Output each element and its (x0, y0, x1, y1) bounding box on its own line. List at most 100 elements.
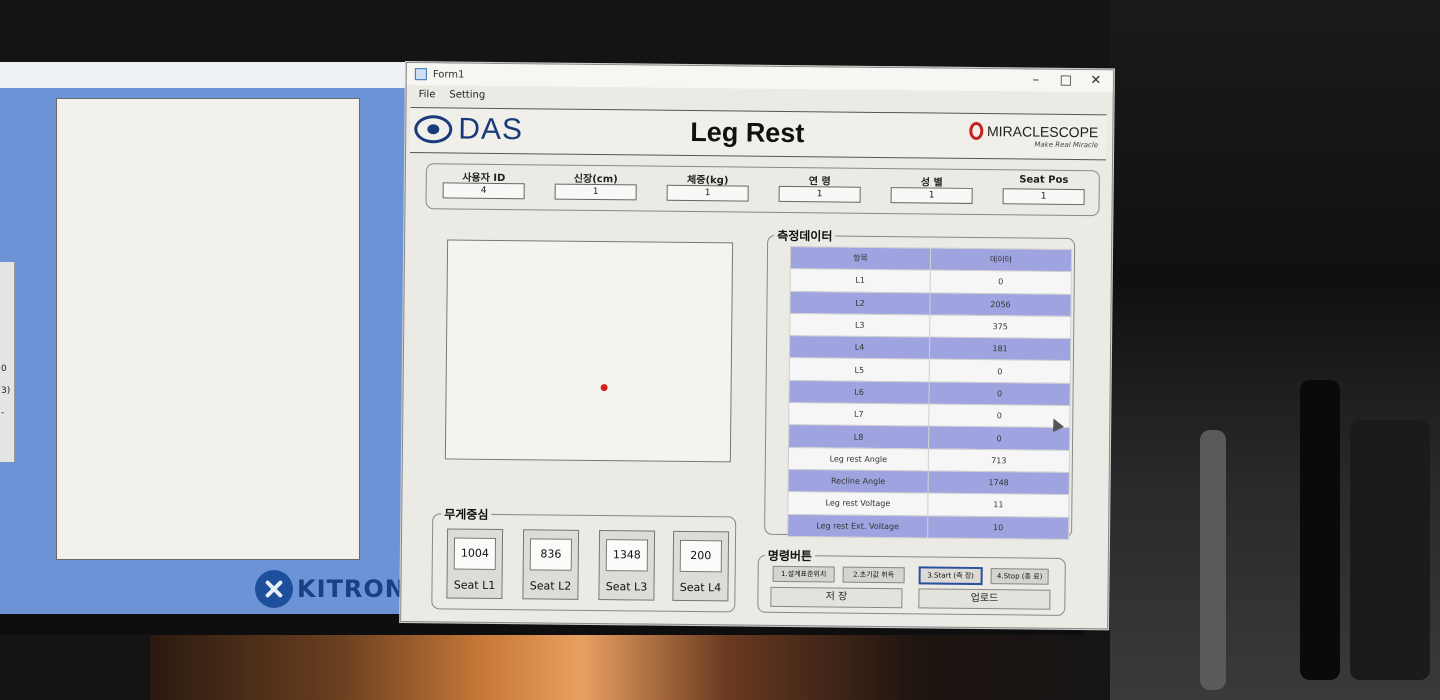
table-cell-item: Leg rest Angle (788, 447, 929, 471)
gender-input[interactable]: 1 (890, 187, 973, 204)
background-app-window: 0 3) - KITRONYX (0, 62, 443, 614)
table-cell-value: 0 (929, 359, 1071, 384)
seat-l2-box: 836 Seat L2 (522, 529, 580, 600)
weight-input[interactable]: 1 (666, 184, 749, 202)
cog-canvas (444, 239, 734, 463)
seat-l1-box: 1004 Seat L1 (446, 528, 504, 600)
das-logo-text: DAS (458, 112, 524, 147)
measurement-table: 항목 데이터 L1 0 L2 2056 L3 375 L4 181 L5 0 L6 0 L7 0 L8 0 Le… (787, 246, 1072, 540)
miraclescope-tagline: Make Real Miracle (1034, 140, 1099, 150)
table-cell-value: 1748 (928, 470, 1070, 495)
seat-l3-label: Seat L3 (605, 580, 648, 594)
seat-l2-value: 836 (529, 538, 573, 571)
table-cell-item: L1 (790, 268, 931, 293)
design-position-button[interactable]: 1.설계표준위치 (772, 565, 835, 583)
command-group: 명령버튼 1.설계표준위치 2.초기값 취득 3.Start (측 정) 4.S… (757, 546, 1066, 616)
miraclescope-brand: MIRACLESCOPE (986, 123, 1099, 141)
weight-center-group: 무게중심 1004 Seat L1 836 Seat L2 1348 Seat … (431, 505, 737, 613)
seat-l3-box: 1348 Seat L3 (598, 530, 656, 601)
weight-label: 체중(kg) (687, 174, 729, 187)
background-side-controls: 0 3) - (0, 262, 15, 462)
form-window: Form1 – □ ✕ File Setting DAS Leg Rest MI… (400, 62, 1114, 630)
table-cell-item: Recline Angle (788, 469, 929, 494)
seat-l1-label: Seat L1 (453, 578, 496, 592)
table-row: L2 2056 (789, 291, 1072, 317)
start-button[interactable]: 3.Start (측 정) (918, 566, 983, 586)
app-icon (414, 68, 427, 81)
seat-l4-value: 200 (679, 539, 723, 573)
user-id-input[interactable]: 4 (442, 182, 525, 200)
kitronyx-logo-icon (255, 570, 293, 608)
table-cell-item: Leg rest Voltage (787, 491, 929, 516)
seat-l3-value: 1348 (605, 539, 649, 572)
background-titlebar (0, 62, 430, 88)
user-id-field: 사용자 ID 4 (442, 168, 525, 200)
seat-l2-label: Seat L2 (529, 579, 572, 593)
side-value: 0 (1, 364, 7, 374)
table-row: L7 0 (788, 402, 1070, 428)
cable (1300, 380, 1340, 680)
user-info-group: 사용자 ID 4 신장(cm) 1 체중(kg) 1 연 령 1 성 별 1 S… (425, 163, 1100, 217)
age-input[interactable]: 1 (778, 185, 861, 203)
page-title: Leg Rest (690, 116, 805, 149)
cable (1200, 430, 1226, 690)
age-field: 연 령 1 (778, 172, 861, 203)
background-room (1110, 0, 1440, 700)
user-id-label: 사용자 ID (462, 172, 506, 185)
table-row: L1 0 (790, 268, 1072, 295)
initial-value-button[interactable]: 2.초기값 취득 (842, 566, 905, 584)
das-logo: DAS (414, 112, 523, 147)
seat-pos-label: Seat Pos (1019, 174, 1069, 186)
table-cell-item: L6 (788, 380, 930, 405)
background-canvas (56, 98, 360, 560)
seat-l1-value: 1004 (453, 537, 497, 570)
maximize-button[interactable]: □ (1051, 72, 1081, 90)
table-cell-value: 10 (927, 515, 1069, 540)
cable (1350, 420, 1430, 680)
table-cell-value: 0 (928, 381, 1071, 406)
table-cell-item: L8 (788, 424, 929, 449)
table-cell-value: 0 (930, 270, 1072, 295)
table-row: L4 181 (789, 335, 1071, 361)
table-cell-item: L4 (789, 335, 930, 360)
close-button[interactable]: ✕ (1081, 72, 1111, 90)
height-field: 신장(cm) 1 (554, 170, 637, 201)
table-cell-value: 11 (927, 493, 1070, 518)
weight-field: 체중(kg) 1 (666, 171, 749, 202)
age-label: 연 령 (808, 176, 831, 188)
table-cell-item: L7 (788, 402, 929, 427)
seat-l4-label: Seat L4 (679, 580, 722, 595)
table-cell-value: 375 (929, 314, 1071, 339)
minimize-button[interactable]: – (1021, 71, 1051, 89)
seat-pos-input[interactable]: 1 (1002, 188, 1085, 206)
table-cell-value: 2056 (929, 292, 1072, 317)
menu-setting[interactable]: Setting (449, 89, 485, 100)
table-cell-item: L2 (789, 291, 931, 315)
side-value[interactable]: - (0, 406, 14, 428)
table-cell-item: L5 (789, 358, 930, 382)
table-row: Recline Angle 1748 (788, 469, 1070, 495)
gender-field: 성 별 1 (890, 173, 973, 204)
cog-marker (600, 384, 608, 392)
menu-file[interactable]: File (419, 89, 436, 100)
seat-pos-field: Seat Pos 1 (1002, 174, 1085, 206)
upload-button[interactable]: 업로드 (918, 588, 1051, 610)
save-button[interactable]: 저 장 (770, 586, 903, 609)
side-value: 3) (1, 386, 11, 396)
height-input[interactable]: 1 (554, 183, 637, 201)
seat-l4-box: 200 Seat L4 (672, 530, 730, 602)
table-row: L3 375 (789, 313, 1071, 339)
height-label: 신장(cm) (573, 173, 618, 186)
table-header-row: 항목 데이터 (790, 246, 1072, 272)
weight-center-title: 무게중심 (441, 505, 492, 523)
column-header-item: 항목 (790, 246, 931, 271)
stop-button[interactable]: 4.Stop (종 료) (990, 568, 1049, 585)
header-banner: DAS Leg Rest MIRACLESCOPE Make Real Mira… (410, 107, 1107, 161)
table-row: Leg rest Ext. Voltage 10 (787, 514, 1069, 540)
table-row: L8 0 (788, 424, 1070, 451)
measurement-group: 측정데이터 항목 데이터 L1 0 L2 2056 L3 375 L4 181 L5 0 L6 0 L7… (764, 226, 1076, 540)
gender-label: 성 별 (920, 177, 943, 189)
column-header-data: 데이터 (930, 248, 1072, 272)
das-logo-icon (414, 115, 453, 144)
table-cell-item: Leg rest Ext. Voltage (787, 514, 928, 538)
